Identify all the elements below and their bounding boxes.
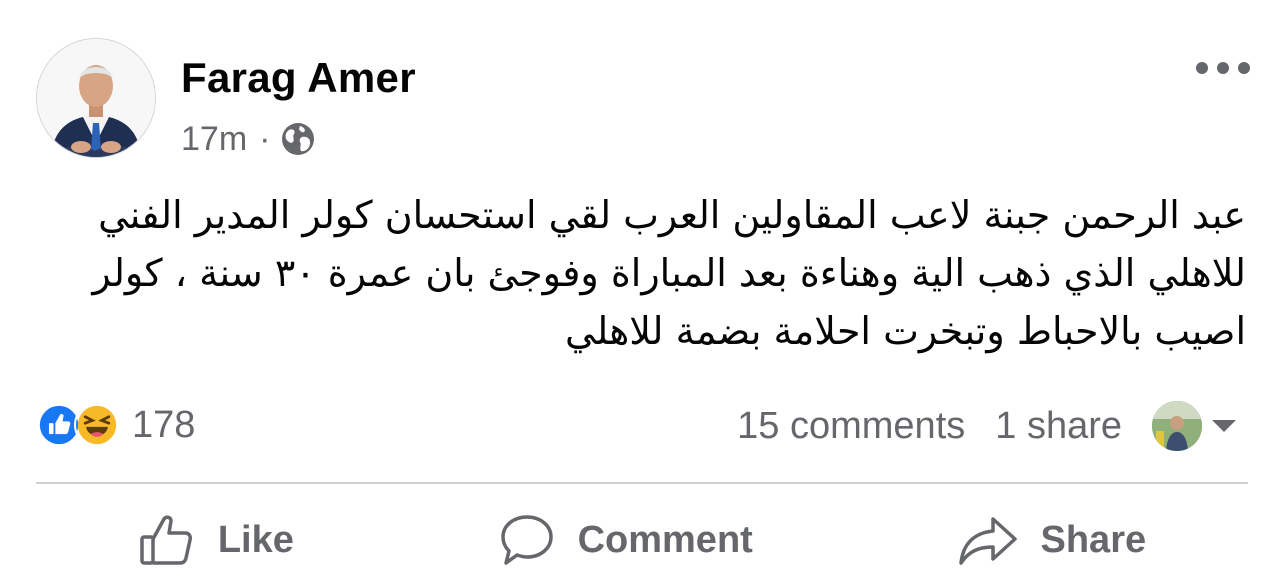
post-text: عبد الرحمن جبنة لاعب المقاولين العرب لقي…: [92, 193, 1246, 353]
more-dot: [1238, 62, 1250, 74]
author-name[interactable]: Farag Amer: [181, 54, 416, 102]
author-avatar[interactable]: [36, 38, 156, 158]
viewer-avatar[interactable]: [1152, 401, 1202, 451]
share-label: Share: [1040, 518, 1147, 561]
action-bar: Like Comment Share: [36, 500, 1248, 580]
more-dot: [1196, 62, 1208, 74]
post-meta: 17m ·: [181, 118, 316, 160]
like-button[interactable]: Like: [138, 511, 294, 569]
share-button[interactable]: Share: [957, 511, 1147, 569]
thumbs-up-icon: [140, 515, 192, 565]
reactions-summary[interactable]: 178: [36, 400, 195, 450]
post-timestamp[interactable]: 17m: [181, 120, 247, 159]
reaction-count: 178: [132, 403, 196, 446]
author-avatar-image: [37, 39, 155, 157]
comment-label: Comment: [577, 518, 753, 561]
meta-separator: ·: [259, 119, 271, 158]
share-icon: [958, 517, 1017, 565]
more-options-icon[interactable]: [1196, 52, 1250, 84]
haha-reaction-icon: [74, 402, 120, 448]
like-label: Like: [217, 518, 294, 561]
divider: [36, 482, 1248, 484]
more-dot: [1217, 62, 1229, 74]
shares-count[interactable]: 1 share: [995, 405, 1122, 448]
engagement-stats: 15 comments 1 share: [737, 400, 1236, 452]
comment-button[interactable]: Comment: [498, 511, 753, 569]
comments-count[interactable]: 15 comments: [737, 405, 965, 448]
globe-icon[interactable]: [280, 121, 316, 157]
audience-dropdown-icon[interactable]: [1212, 420, 1236, 432]
comment-icon: [500, 515, 553, 565]
